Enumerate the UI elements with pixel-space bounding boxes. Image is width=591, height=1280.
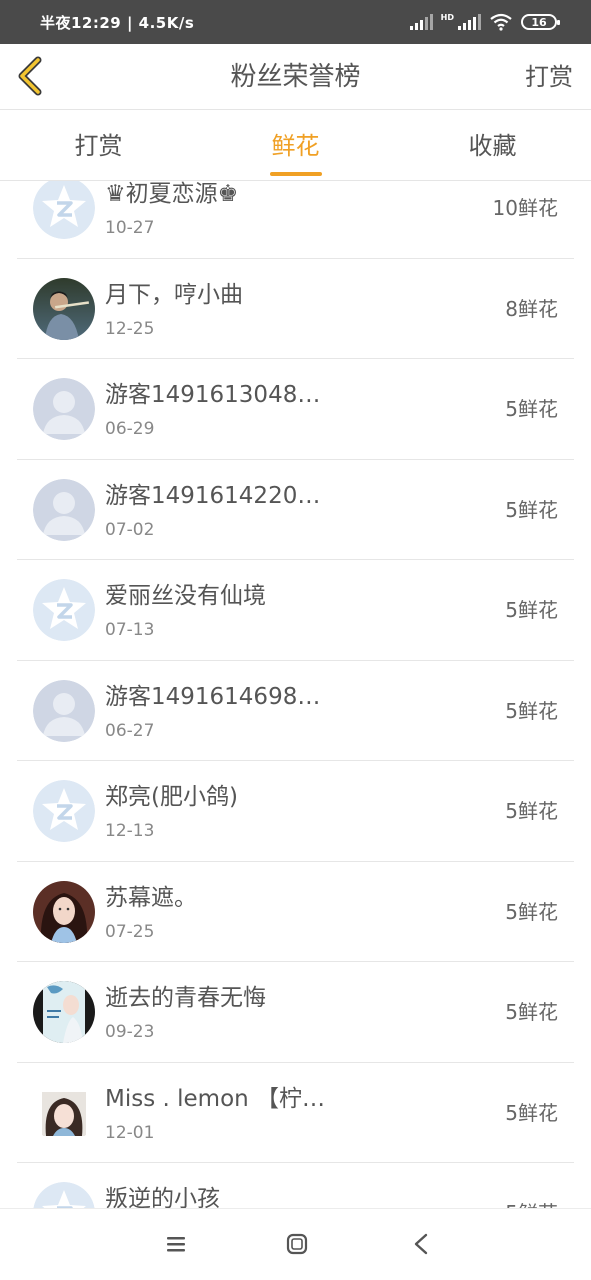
list-item[interactable]: 游客1491614220… 07-02 5鲜花 bbox=[17, 460, 574, 560]
page-title: 粉丝荣誉榜 bbox=[230, 62, 361, 92]
fan-name: 郑亮(肥小鸽) bbox=[105, 784, 238, 810]
list-item[interactable]: Miss . lemon 【柠… 12-01 5鲜花 bbox=[17, 1063, 574, 1163]
system-back-button[interactable] bbox=[406, 1229, 436, 1259]
fan-name: 爱丽丝没有仙境 bbox=[105, 583, 266, 609]
avatar[interactable] bbox=[33, 981, 95, 1043]
fan-date: 12-13 bbox=[105, 821, 155, 841]
list-item[interactable]: 爱丽丝没有仙境 07-13 5鲜花 bbox=[17, 560, 574, 661]
flower-count: 5鲜花 bbox=[505, 1100, 558, 1125]
wifi-icon bbox=[490, 13, 512, 31]
fan-ranking-list[interactable]: ♛初夏恋源♚ 10-27 10鲜花月下，哼小曲 12-25 8鲜花游客149161304… bbox=[0, 181, 591, 1208]
list-item[interactable]: 游客1491613048… 06-29 5鲜花 bbox=[17, 359, 574, 460]
status-text: 半夜12:29 | 4.5K/s bbox=[40, 13, 195, 32]
avatar[interactable] bbox=[33, 277, 95, 340]
fan-date: 07-25 bbox=[105, 921, 155, 942]
fan-name: 游客1491614220… bbox=[105, 482, 321, 509]
list-item[interactable]: 郑亮(肥小鸽) 12-13 5鲜花 bbox=[17, 761, 574, 862]
chevron-left-icon bbox=[18, 56, 42, 96]
status-bar: 半夜12:29 | 4.5K/s HD 16 bbox=[0, 0, 591, 44]
flower-count: 8鲜花 bbox=[505, 296, 558, 321]
fan-date: 09-23 bbox=[105, 1022, 155, 1042]
avatar[interactable] bbox=[33, 181, 95, 239]
hd-icon: HD bbox=[440, 13, 454, 22]
list-item[interactable]: 苏幕遮。 07-25 5鲜花 bbox=[17, 862, 574, 962]
flower-count: 5鲜花 bbox=[505, 497, 558, 522]
back-button[interactable] bbox=[14, 56, 50, 96]
flower-count: 10鲜花 bbox=[492, 196, 558, 220]
tab-bar: 打赏 鲜花 收藏 bbox=[0, 111, 591, 181]
list-item[interactable]: 游客1491614698… 06-27 5鲜花 bbox=[17, 661, 574, 761]
avatar[interactable] bbox=[33, 579, 95, 641]
avatar[interactable] bbox=[33, 880, 95, 943]
avatar[interactable] bbox=[33, 780, 95, 842]
fan-name: 游客1491613048… bbox=[105, 382, 321, 408]
fan-name: 逝去的青春无悔 bbox=[105, 985, 266, 1011]
flower-count: 5鲜花 bbox=[505, 698, 558, 723]
cell-signal-icon bbox=[409, 14, 433, 30]
home-square-icon bbox=[286, 1233, 308, 1255]
battery-icon: 16 bbox=[521, 14, 560, 30]
tab-label: 打赏 bbox=[74, 132, 123, 160]
reward-button[interactable]: 打赏 bbox=[525, 44, 573, 110]
list-item[interactable]: 月下，哼小曲 12-25 8鲜花 bbox=[17, 259, 574, 359]
back-arrow-icon bbox=[414, 1233, 428, 1255]
tab-label: 收藏 bbox=[468, 132, 517, 160]
tab-favorites[interactable]: 收藏 bbox=[394, 111, 591, 180]
tab-reward[interactable]: 打赏 bbox=[0, 111, 197, 180]
tab-flowers[interactable]: 鲜花 bbox=[197, 111, 394, 180]
avatar[interactable] bbox=[33, 679, 95, 742]
fan-date: 12-01 bbox=[105, 1122, 155, 1143]
flower-count: 5鲜花 bbox=[505, 899, 558, 924]
cell-signal-2-icon bbox=[458, 14, 481, 30]
fan-date: 07-13 bbox=[105, 620, 155, 640]
avatar[interactable] bbox=[33, 1081, 95, 1144]
menu-icon bbox=[167, 1237, 185, 1252]
fan-name: Miss . lemon 【柠… bbox=[105, 1085, 326, 1112]
fan-name: 叛逆的小孩 bbox=[105, 1186, 220, 1208]
avatar[interactable] bbox=[33, 378, 95, 440]
tab-label: 鲜花 bbox=[271, 132, 320, 160]
flower-count: 5鲜花 bbox=[505, 1163, 558, 1208]
fan-name: 苏幕遮。 bbox=[105, 884, 197, 911]
fan-date: 12-25 bbox=[105, 318, 155, 339]
flower-count: 5鲜花 bbox=[505, 397, 558, 421]
fan-name: 游客1491614698… bbox=[105, 683, 321, 710]
fan-date: 07-02 bbox=[105, 519, 155, 540]
list-item[interactable]: 逝去的青春无悔 09-23 5鲜花 bbox=[17, 962, 574, 1063]
fan-date: 06-29 bbox=[105, 419, 155, 439]
fan-date: 06-27 bbox=[105, 720, 155, 741]
flower-count: 5鲜花 bbox=[505, 799, 558, 823]
avatar[interactable] bbox=[33, 1182, 95, 1208]
fan-date: 10-27 bbox=[105, 218, 155, 238]
list-item[interactable]: ♛初夏恋源♚ 10-27 10鲜花 bbox=[17, 181, 574, 259]
app-header: 粉丝荣誉榜 打赏 bbox=[0, 44, 591, 110]
menu-button[interactable] bbox=[161, 1229, 191, 1259]
fan-name: 月下，哼小曲 bbox=[105, 281, 243, 308]
fan-name: ♛初夏恋源♚ bbox=[105, 181, 239, 207]
system-nav-bar bbox=[0, 1208, 591, 1280]
flower-count: 5鲜花 bbox=[505, 598, 558, 622]
home-button[interactable] bbox=[282, 1229, 312, 1259]
flower-count: 5鲜花 bbox=[505, 1000, 558, 1024]
list-item[interactable]: 叛逆的小孩 5鲜花 bbox=[17, 1163, 574, 1208]
avatar[interactable] bbox=[33, 478, 95, 541]
